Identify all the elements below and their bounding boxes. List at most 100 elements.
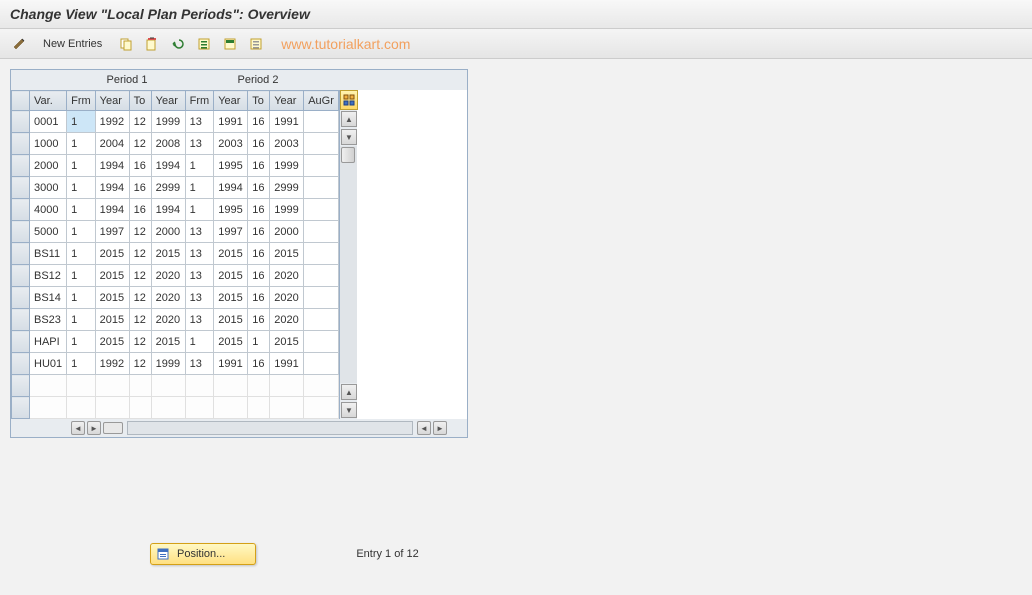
- cell-frm2[interactable]: 13: [185, 309, 214, 331]
- scroll-up-button[interactable]: ▲: [341, 111, 357, 127]
- cell-augr[interactable]: [304, 265, 339, 287]
- cell-year1[interactable]: 1994: [95, 177, 129, 199]
- cell-augr[interactable]: [304, 177, 339, 199]
- row-selector[interactable]: [12, 155, 30, 177]
- cell-to2[interactable]: 16: [248, 309, 270, 331]
- cell-augr[interactable]: [304, 155, 339, 177]
- cell-var[interactable]: BS14: [30, 287, 67, 309]
- scroll-thumb[interactable]: [341, 147, 355, 163]
- cell-year2[interactable]: 1999: [151, 353, 185, 375]
- cell-augr[interactable]: [304, 133, 339, 155]
- cell-frm1[interactable]: 1: [67, 155, 96, 177]
- cell-frm1[interactable]: 1: [67, 287, 96, 309]
- cell-frm2[interactable]: 1: [185, 331, 214, 353]
- cell-year1[interactable]: 1994: [95, 199, 129, 221]
- cell-to2[interactable]: 1: [248, 331, 270, 353]
- col-header-frm1[interactable]: Frm: [67, 91, 96, 111]
- row-selector[interactable]: [12, 243, 30, 265]
- position-button[interactable]: Position...: [150, 543, 256, 565]
- cell-frm1[interactable]: 1: [67, 309, 96, 331]
- cell-to2[interactable]: 16: [248, 133, 270, 155]
- cell-to1[interactable]: 12: [129, 133, 151, 155]
- scroll-up-button-2[interactable]: ▲: [341, 384, 357, 400]
- cell-to1[interactable]: 12: [129, 287, 151, 309]
- cell-frm1[interactable]: 1: [67, 353, 96, 375]
- cell-to1[interactable]: 12: [129, 331, 151, 353]
- cell-to2[interactable]: 16: [248, 111, 270, 133]
- cell-augr[interactable]: [304, 353, 339, 375]
- cell-year2[interactable]: 2999: [151, 177, 185, 199]
- cell-augr[interactable]: [304, 111, 339, 133]
- col-header-year1[interactable]: Year: [95, 91, 129, 111]
- cell-year4[interactable]: 2020: [270, 265, 304, 287]
- col-header-year3[interactable]: Year: [214, 91, 248, 111]
- col-header-year2[interactable]: Year: [151, 91, 185, 111]
- col-header-augr[interactable]: AuGr: [304, 91, 339, 111]
- cell-year4[interactable]: 2015: [270, 243, 304, 265]
- cell-frm2[interactable]: 13: [185, 243, 214, 265]
- col-header-frm2[interactable]: Frm: [185, 91, 214, 111]
- cell-year4[interactable]: 2000: [270, 221, 304, 243]
- col-header-year4[interactable]: Year: [270, 91, 304, 111]
- scroll-track[interactable]: [340, 146, 357, 383]
- cell-var[interactable]: 1000: [30, 133, 67, 155]
- cell-year4[interactable]: 2020: [270, 287, 304, 309]
- cell-var[interactable]: HU01: [30, 353, 67, 375]
- h-scroll-track[interactable]: [127, 421, 413, 435]
- row-selector[interactable]: [12, 287, 30, 309]
- cell-year1[interactable]: 1992: [95, 111, 129, 133]
- cell-year1[interactable]: 2015: [95, 309, 129, 331]
- col-header-to1[interactable]: To: [129, 91, 151, 111]
- cell-year3[interactable]: 2015: [214, 265, 248, 287]
- cell-augr[interactable]: [304, 331, 339, 353]
- cell-to1[interactable]: 12: [129, 353, 151, 375]
- cell-year2[interactable]: 1999: [151, 111, 185, 133]
- cell-to2[interactable]: 16: [248, 243, 270, 265]
- cell-year1[interactable]: 2015: [95, 243, 129, 265]
- cell-augr[interactable]: [304, 309, 339, 331]
- row-selector[interactable]: [12, 331, 30, 353]
- select-all-icon[interactable]: [193, 34, 215, 54]
- cell-year1[interactable]: 2015: [95, 265, 129, 287]
- cell-year3[interactable]: 2015: [214, 331, 248, 353]
- cell-frm2[interactable]: 13: [185, 287, 214, 309]
- cell-to1[interactable]: 12: [129, 265, 151, 287]
- cell-year1[interactable]: 1994: [95, 155, 129, 177]
- cell-year2[interactable]: 2020: [151, 265, 185, 287]
- cell-frm2[interactable]: 13: [185, 111, 214, 133]
- cell-augr[interactable]: [304, 221, 339, 243]
- cell-frm1[interactable]: 1: [67, 243, 96, 265]
- copy-icon[interactable]: [115, 34, 137, 54]
- cell-to1[interactable]: 16: [129, 155, 151, 177]
- cell-to1[interactable]: 12: [129, 309, 151, 331]
- cell-var[interactable]: HAPI: [30, 331, 67, 353]
- cell-year4[interactable]: 2003: [270, 133, 304, 155]
- cell-year4[interactable]: 2020: [270, 309, 304, 331]
- toggle-display-icon[interactable]: [8, 34, 30, 54]
- select-block-icon[interactable]: [219, 34, 241, 54]
- cell-frm1[interactable]: 1: [67, 177, 96, 199]
- row-selector[interactable]: [12, 111, 30, 133]
- cell-year1[interactable]: 1997: [95, 221, 129, 243]
- cell-year4[interactable]: 1999: [270, 155, 304, 177]
- cell-year2[interactable]: 2020: [151, 309, 185, 331]
- scroll-down-button[interactable]: ▼: [341, 129, 357, 145]
- h-scroll-handle[interactable]: [103, 422, 123, 434]
- cell-frm2[interactable]: 13: [185, 353, 214, 375]
- cell-year2[interactable]: 2015: [151, 331, 185, 353]
- cell-to2[interactable]: 16: [248, 265, 270, 287]
- cell-year4[interactable]: 1991: [270, 353, 304, 375]
- row-selector[interactable]: [12, 397, 30, 419]
- cell-to2[interactable]: 16: [248, 353, 270, 375]
- cell-year3[interactable]: 1995: [214, 199, 248, 221]
- cell-year2[interactable]: 2015: [151, 243, 185, 265]
- delete-icon[interactable]: [141, 34, 163, 54]
- row-selector[interactable]: [12, 221, 30, 243]
- cell-to2[interactable]: 16: [248, 199, 270, 221]
- cell-var[interactable]: 2000: [30, 155, 67, 177]
- row-selector[interactable]: [12, 309, 30, 331]
- cell-year1[interactable]: 1992: [95, 353, 129, 375]
- cell-year3[interactable]: 1995: [214, 155, 248, 177]
- cell-year3[interactable]: 1994: [214, 177, 248, 199]
- cell-year3[interactable]: 1991: [214, 353, 248, 375]
